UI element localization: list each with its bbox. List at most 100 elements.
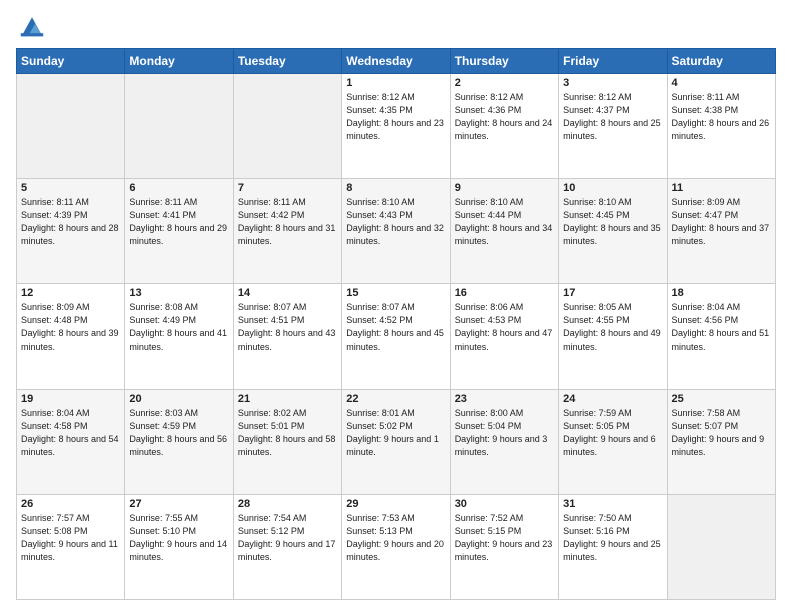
calendar-cell: 15 Sunrise: 8:07 AMSunset: 4:52 PMDayligh… (342, 284, 450, 389)
day-number: 23 (455, 393, 554, 405)
calendar-cell: 5 Sunrise: 8:11 AMSunset: 4:39 PMDaylight… (17, 179, 125, 284)
day-number: 25 (672, 393, 771, 405)
day-number: 10 (563, 182, 662, 194)
day-info: Sunrise: 8:12 AMSunset: 4:37 PMDaylight:… (563, 91, 662, 143)
day-info: Sunrise: 7:58 AMSunset: 5:07 PMDaylight:… (672, 407, 771, 459)
calendar-cell: 8 Sunrise: 8:10 AMSunset: 4:43 PMDaylight… (342, 179, 450, 284)
day-info: Sunrise: 8:07 AMSunset: 4:51 PMDaylight:… (238, 301, 337, 353)
calendar-week-3: 12 Sunrise: 8:09 AMSunset: 4:48 PMDayligh… (17, 284, 776, 389)
calendar-cell: 9 Sunrise: 8:10 AMSunset: 4:44 PMDaylight… (450, 179, 558, 284)
day-info: Sunrise: 8:03 AMSunset: 4:59 PMDaylight:… (129, 407, 228, 459)
calendar-cell: 7 Sunrise: 8:11 AMSunset: 4:42 PMDaylight… (233, 179, 341, 284)
day-number: 4 (672, 77, 771, 89)
day-number: 1 (346, 77, 445, 89)
day-info: Sunrise: 8:06 AMSunset: 4:53 PMDaylight:… (455, 301, 554, 353)
calendar-week-1: 1 Sunrise: 8:12 AMSunset: 4:35 PMDaylight… (17, 74, 776, 179)
calendar-cell: 20 Sunrise: 8:03 AMSunset: 4:59 PMDayligh… (125, 389, 233, 494)
day-info: Sunrise: 8:11 AMSunset: 4:42 PMDaylight:… (238, 196, 337, 248)
calendar-cell: 16Sunrise: 8:06 AMSunset: 4:53 PMDayligh… (450, 284, 558, 389)
weekday-saturday: Saturday (667, 49, 775, 74)
logo-icon (16, 12, 48, 40)
day-number: 12 (21, 287, 120, 299)
calendar-cell: 25 Sunrise: 7:58 AMSunset: 5:07 PMDayligh… (667, 389, 775, 494)
calendar-cell: 17 Sunrise: 8:05 AMSunset: 4:55 PMDayligh… (559, 284, 667, 389)
calendar-cell: 12 Sunrise: 8:09 AMSunset: 4:48 PMDayligh… (17, 284, 125, 389)
calendar-cell (125, 74, 233, 179)
page: SundayMondayTuesdayWednesdayThursdayFrid… (0, 0, 792, 612)
weekday-header-row: SundayMondayTuesdayWednesdayThursdayFrid… (17, 49, 776, 74)
day-info: Sunrise: 8:09 AMSunset: 4:48 PMDaylight:… (21, 301, 120, 353)
logo (16, 12, 52, 40)
weekday-monday: Monday (125, 49, 233, 74)
calendar-cell: 22Sunrise: 8:01 AMSunset: 5:02 PMDayligh… (342, 389, 450, 494)
calendar-cell: 11Sunrise: 8:09 AMSunset: 4:47 PMDayligh… (667, 179, 775, 284)
day-info: Sunrise: 8:07 AMSunset: 4:52 PMDaylight:… (346, 301, 445, 353)
header (16, 12, 776, 40)
day-number: 27 (129, 498, 228, 510)
day-info: Sunrise: 7:50 AMSunset: 5:16 PMDaylight:… (563, 512, 662, 564)
day-info: Sunrise: 8:00 AMSunset: 5:04 PMDaylight:… (455, 407, 554, 459)
day-number: 31 (563, 498, 662, 510)
day-info: Sunrise: 8:11 AMSunset: 4:38 PMDaylight:… (672, 91, 771, 143)
calendar-cell: 3 Sunrise: 8:12 AMSunset: 4:37 PMDaylight… (559, 74, 667, 179)
day-number: 30 (455, 498, 554, 510)
calendar-cell (233, 74, 341, 179)
weekday-thursday: Thursday (450, 49, 558, 74)
calendar-week-2: 5 Sunrise: 8:11 AMSunset: 4:39 PMDaylight… (17, 179, 776, 284)
day-info: Sunrise: 8:12 AMSunset: 4:35 PMDaylight:… (346, 91, 445, 143)
day-info: Sunrise: 8:04 AMSunset: 4:56 PMDaylight:… (672, 301, 771, 353)
calendar-cell: 19Sunrise: 8:04 AMSunset: 4:58 PMDayligh… (17, 389, 125, 494)
calendar-cell: 21 Sunrise: 8:02 AMSunset: 5:01 PMDayligh… (233, 389, 341, 494)
day-number: 26 (21, 498, 120, 510)
day-info: Sunrise: 8:10 AMSunset: 4:44 PMDaylight:… (455, 196, 554, 248)
calendar-cell: 26Sunrise: 7:57 AMSunset: 5:08 PMDayligh… (17, 494, 125, 599)
weekday-friday: Friday (559, 49, 667, 74)
calendar-cell: 18 Sunrise: 8:04 AMSunset: 4:56 PMDayligh… (667, 284, 775, 389)
calendar-cell (17, 74, 125, 179)
weekday-wednesday: Wednesday (342, 49, 450, 74)
day-info: Sunrise: 8:02 AMSunset: 5:01 PMDaylight:… (238, 407, 337, 459)
day-number: 9 (455, 182, 554, 194)
day-info: Sunrise: 7:53 AMSunset: 5:13 PMDaylight:… (346, 512, 445, 564)
day-number: 28 (238, 498, 337, 510)
day-number: 15 (346, 287, 445, 299)
day-number: 7 (238, 182, 337, 194)
calendar-cell: 10 Sunrise: 8:10 AMSunset: 4:45 PMDayligh… (559, 179, 667, 284)
day-number: 14 (238, 287, 337, 299)
calendar-cell: 14 Sunrise: 8:07 AMSunset: 4:51 PMDayligh… (233, 284, 341, 389)
day-info: Sunrise: 8:01 AMSunset: 5:02 PMDaylight:… (346, 407, 445, 459)
day-info: Sunrise: 8:10 AMSunset: 4:45 PMDaylight:… (563, 196, 662, 248)
day-info: Sunrise: 8:11 AMSunset: 4:41 PMDaylight:… (129, 196, 228, 248)
day-number: 13 (129, 287, 228, 299)
day-info: Sunrise: 7:59 AMSunset: 5:05 PMDaylight:… (563, 407, 662, 459)
calendar-cell: 28 Sunrise: 7:54 AMSunset: 5:12 PMDayligh… (233, 494, 341, 599)
day-number: 2 (455, 77, 554, 89)
day-number: 5 (21, 182, 120, 194)
day-number: 3 (563, 77, 662, 89)
calendar-cell: 6 Sunrise: 8:11 AMSunset: 4:41 PMDaylight… (125, 179, 233, 284)
day-info: Sunrise: 8:10 AMSunset: 4:43 PMDaylight:… (346, 196, 445, 248)
day-number: 18 (672, 287, 771, 299)
day-info: Sunrise: 8:11 AMSunset: 4:39 PMDaylight:… (21, 196, 120, 248)
calendar-week-4: 19Sunrise: 8:04 AMSunset: 4:58 PMDayligh… (17, 389, 776, 494)
day-info: Sunrise: 8:04 AMSunset: 4:58 PMDaylight:… (21, 407, 120, 459)
day-info: Sunrise: 8:09 AMSunset: 4:47 PMDaylight:… (672, 196, 771, 248)
day-number: 17 (563, 287, 662, 299)
day-info: Sunrise: 7:54 AMSunset: 5:12 PMDaylight:… (238, 512, 337, 564)
calendar-table: SundayMondayTuesdayWednesdayThursdayFrid… (16, 48, 776, 600)
calendar-cell: 4 Sunrise: 8:11 AMSunset: 4:38 PMDaylight… (667, 74, 775, 179)
calendar-cell: 23 Sunrise: 8:00 AMSunset: 5:04 PMDayligh… (450, 389, 558, 494)
weekday-sunday: Sunday (17, 49, 125, 74)
calendar-cell: 2Sunrise: 8:12 AMSunset: 4:36 PMDaylight… (450, 74, 558, 179)
calendar-cell: 31 Sunrise: 7:50 AMSunset: 5:16 PMDayligh… (559, 494, 667, 599)
day-number: 20 (129, 393, 228, 405)
day-number: 6 (129, 182, 228, 194)
day-number: 21 (238, 393, 337, 405)
calendar-cell: 13 Sunrise: 8:08 AMSunset: 4:49 PMDayligh… (125, 284, 233, 389)
day-number: 8 (346, 182, 445, 194)
day-info: Sunrise: 8:05 AMSunset: 4:55 PMDaylight:… (563, 301, 662, 353)
calendar-cell: 30Sunrise: 7:52 AMSunset: 5:15 PMDayligh… (450, 494, 558, 599)
day-number: 24 (563, 393, 662, 405)
day-info: Sunrise: 8:08 AMSunset: 4:49 PMDaylight:… (129, 301, 228, 353)
calendar-cell (667, 494, 775, 599)
